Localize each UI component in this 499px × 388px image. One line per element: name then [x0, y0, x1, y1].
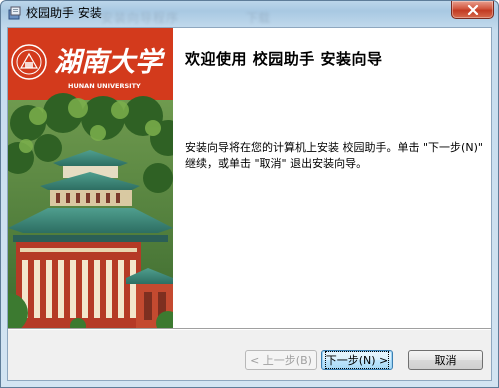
banner-logo-chinese: 湖南大学: [54, 47, 166, 78]
window-title: 校园助手 安装: [26, 6, 102, 20]
next-button-label: 下一步(N) >: [324, 351, 390, 369]
welcome-heading: 欢迎使用 校园助手 安装向导: [185, 50, 383, 68]
back-button[interactable]: < 上一步(B): [245, 350, 317, 370]
title-bar[interactable]: 安装向导程序 下载 校园助手 安装: [1, 1, 498, 25]
welcome-description: 安装向导将在您的计算机上安装 校园助手。单击 "下一步(N)" 继续，或单击 "…: [185, 141, 483, 170]
close-button[interactable]: [451, 1, 494, 19]
installer-window: 安装向导程序 下载 校园助手 安装 湖南大学 HUNAN UNIVERSITY …: [0, 0, 499, 388]
cancel-button[interactable]: 取消: [408, 350, 483, 370]
next-button[interactable]: 下一步(N) >: [321, 350, 393, 370]
hunan-university-banner: 湖南大学 HUNAN UNIVERSITY: [8, 28, 173, 328]
welcome-banner-image: 湖南大学 HUNAN UNIVERSITY: [8, 28, 173, 328]
wizard-client-area: 湖南大学 HUNAN UNIVERSITY 欢迎使用 校园助手 安装向导 安装向…: [7, 27, 492, 381]
installer-app-icon: [8, 5, 22, 20]
title-bar-background-text-right: 下载: [246, 11, 271, 25]
wizard-button-bar: < 上一步(B) 下一步(N) > 取消: [8, 328, 491, 380]
cancel-button-label: 取消: [434, 354, 457, 367]
title-bar-background-text: 安装向导程序: [101, 11, 180, 25]
close-icon: [467, 4, 478, 15]
banner-logo-english: HUNAN UNIVERSITY: [68, 82, 141, 90]
back-button-label: < 上一步(B): [250, 354, 312, 367]
footer-divider: [8, 329, 491, 330]
welcome-content: 欢迎使用 校园助手 安装向导 安装向导将在您的计算机上安装 校园助手。单击 "下…: [185, 48, 483, 170]
